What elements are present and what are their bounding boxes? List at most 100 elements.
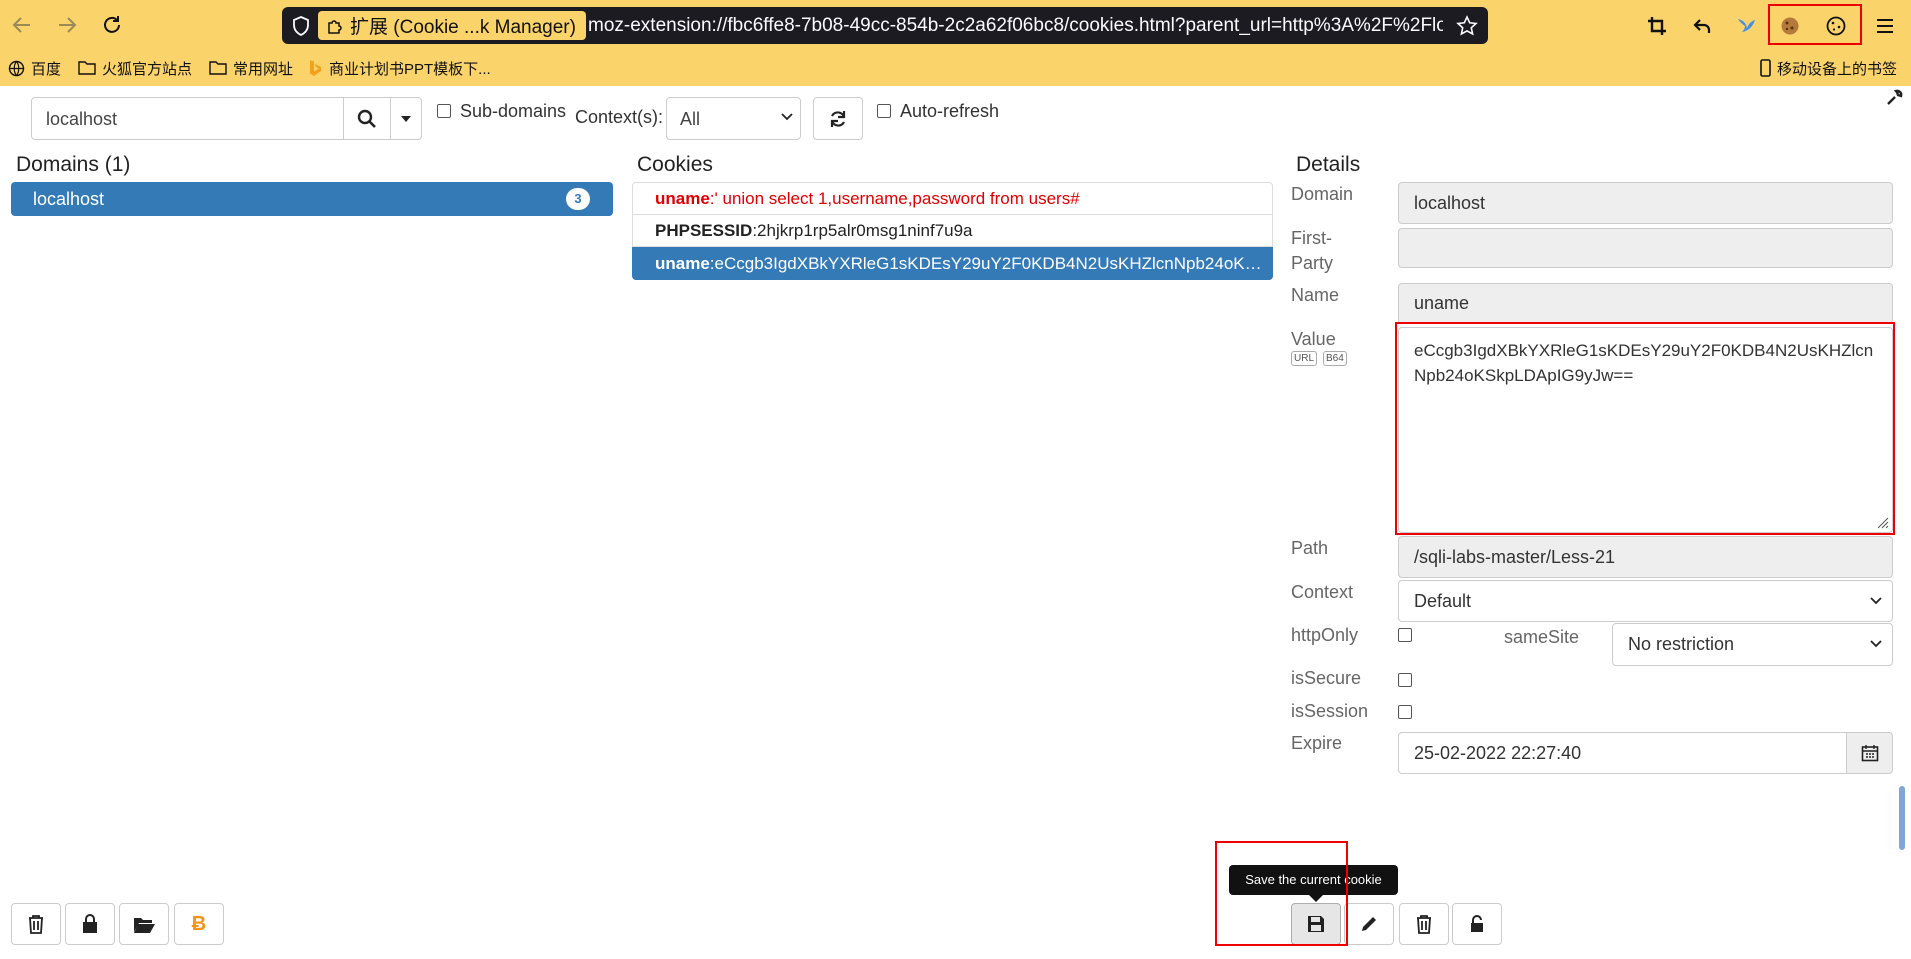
folder-icon <box>209 60 227 76</box>
domain-cookie-count-badge: 3 <box>566 188 590 210</box>
name-label: Name <box>1291 285 1340 305</box>
unlock-icon <box>1469 914 1485 934</box>
domain-field[interactable]: localhost <box>1398 182 1893 224</box>
issecure-label: isSecure <box>1291 668 1362 688</box>
star-icon[interactable] <box>1456 15 1478 37</box>
path-field[interactable]: /sqli-labs-master/Less-21 <box>1398 536 1893 578</box>
domain-item-localhost[interactable]: localhost 3 <box>11 182 613 216</box>
cookies-header: Cookies <box>637 153 713 176</box>
domain-search-input[interactable]: localhost <box>31 97 344 140</box>
path-label: Path <box>1291 538 1329 558</box>
name-field[interactable]: uname <box>1398 283 1893 324</box>
first-party-field[interactable] <box>1398 228 1893 268</box>
bitcoin-button[interactable]: Ƀ <box>174 903 224 945</box>
cookie-value: :' union select 1,username,password from… <box>709 189 1080 208</box>
delete-all-button[interactable] <box>11 903 61 945</box>
search-icon <box>357 109 377 129</box>
caret-down-icon <box>401 115 411 122</box>
refresh-button[interactable] <box>813 97 863 140</box>
edit-button[interactable] <box>1344 903 1394 945</box>
cookie-name: uname <box>655 254 710 273</box>
cookie-value: :eCcgb3IgdXBkYXRleG1sKDEsY29uY2F0KDB4N2U… <box>709 254 1273 273</box>
chevron-down-icon <box>1870 597 1882 605</box>
subdomains-checkbox[interactable] <box>437 104 451 118</box>
puzzle-icon <box>326 17 344 35</box>
samesite-select[interactable]: No restriction <box>1612 623 1893 666</box>
lock-button[interactable] <box>65 903 115 945</box>
undo-icon[interactable] <box>1686 10 1718 42</box>
autorefresh-label: Auto-refresh <box>900 101 1000 121</box>
browser-toolbar: 扩展 (Cookie ...k Manager) moz-extension:/… <box>0 0 1911 86</box>
globe-icon <box>8 60 25 77</box>
refresh-icon <box>828 109 848 129</box>
contexts-label: Context(s): <box>575 107 664 127</box>
bookmark-ppt[interactable]: 商业计划书PPT模板下... <box>307 56 491 80</box>
details-header: Details <box>1296 153 1361 176</box>
value-label: Value <box>1291 329 1336 349</box>
back-icon[interactable] <box>7 10 37 40</box>
samesite-label: sameSite <box>1504 627 1580 647</box>
domains-header: Domains (1) <box>16 153 131 176</box>
trash-icon <box>1415 914 1433 934</box>
protect-button[interactable] <box>1452 903 1502 945</box>
cookie-name: uname <box>655 189 710 208</box>
first-party-label-line2: Party <box>1291 253 1334 273</box>
lock-icon <box>81 913 99 935</box>
calendar-icon <box>1861 744 1879 762</box>
domain-item-label: localhost <box>33 189 105 209</box>
folder-open-icon <box>132 914 156 934</box>
bookmark-mobile[interactable]: 移动设备上的书签 <box>1760 56 1897 80</box>
bookmark-common-urls[interactable]: 常用网址 <box>209 56 293 80</box>
first-party-label-line1: First- <box>1291 228 1332 248</box>
url-text[interactable]: moz-extension://fbc6ffe8-7b08-49cc-854b-… <box>588 15 1443 37</box>
bing-icon <box>307 59 323 77</box>
issession-checkbox[interactable] <box>1398 705 1412 719</box>
cookie-row[interactable]: PHPSESSID:2hjkrp1rp5alr0msg1ninf7u9a <box>632 214 1273 247</box>
expire-label: Expire <box>1291 733 1343 753</box>
cookie-value: :2hjkrp1rp5alr0msg1ninf7u9a <box>752 221 973 240</box>
bird-icon[interactable] <box>1730 10 1762 42</box>
extension-chip[interactable]: 扩展 (Cookie ...k Manager) <box>318 11 586 40</box>
folder-icon <box>78 60 96 76</box>
context-label: Context <box>1291 582 1354 602</box>
annotation-box-value <box>1395 322 1895 535</box>
calendar-button[interactable] <box>1846 732 1893 774</box>
delete-button[interactable] <box>1399 903 1449 945</box>
httponly-checkbox[interactable] <box>1398 628 1412 642</box>
subdomains-label: Sub-domains <box>460 101 567 121</box>
issession-label: isSession <box>1291 701 1369 721</box>
context-select[interactable]: Default <box>1398 580 1893 622</box>
annotation-box-save <box>1215 841 1348 946</box>
scrollbar-thumb[interactable] <box>1899 786 1905 850</box>
forward-icon[interactable] <box>52 10 82 40</box>
cookie-name: PHPSESSID <box>655 221 753 240</box>
mobile-icon <box>1760 59 1771 77</box>
search-button[interactable] <box>343 97 391 140</box>
chevron-down-icon <box>1870 640 1882 648</box>
domain-label: Domain <box>1291 184 1354 204</box>
import-button[interactable] <box>119 903 169 945</box>
crop-icon[interactable] <box>1641 10 1673 42</box>
extension-chip-label: 扩展 (Cookie ...k Manager) <box>350 17 576 38</box>
url-decode-badge[interactable]: URL <box>1291 351 1318 366</box>
chevron-down-icon <box>781 113 793 121</box>
bookmark-baidu[interactable]: 百度 <box>8 56 61 80</box>
cookie-row-selected[interactable]: uname:eCcgb3IgdXBkYXRleG1sKDEsY29uY2F0KD… <box>632 247 1273 280</box>
httponly-label: httpOnly <box>1291 625 1359 645</box>
wrench-icon[interactable] <box>1886 88 1904 106</box>
issecure-checkbox[interactable] <box>1398 673 1412 687</box>
contexts-select[interactable]: All <box>666 97 801 140</box>
cookie-row[interactable]: uname:' union select 1,username,password… <box>632 182 1273 215</box>
shield-icon <box>292 16 310 36</box>
b64-decode-badge[interactable]: B64 <box>1323 351 1347 366</box>
trash-icon <box>27 914 45 934</box>
url-bar[interactable]: 扩展 (Cookie ...k Manager) moz-extension:/… <box>282 7 1488 44</box>
menu-icon[interactable] <box>1869 10 1901 42</box>
bookmark-firefox-sites[interactable]: 火狐官方站点 <box>78 56 192 80</box>
pencil-icon <box>1360 915 1378 933</box>
search-options-dropdown[interactable] <box>390 97 422 140</box>
expire-field[interactable]: 25-02-2022 22:27:40 <box>1398 732 1847 774</box>
reload-icon[interactable] <box>97 10 127 40</box>
autorefresh-checkbox[interactable] <box>877 104 891 118</box>
annotation-box-extensions <box>1768 4 1862 45</box>
